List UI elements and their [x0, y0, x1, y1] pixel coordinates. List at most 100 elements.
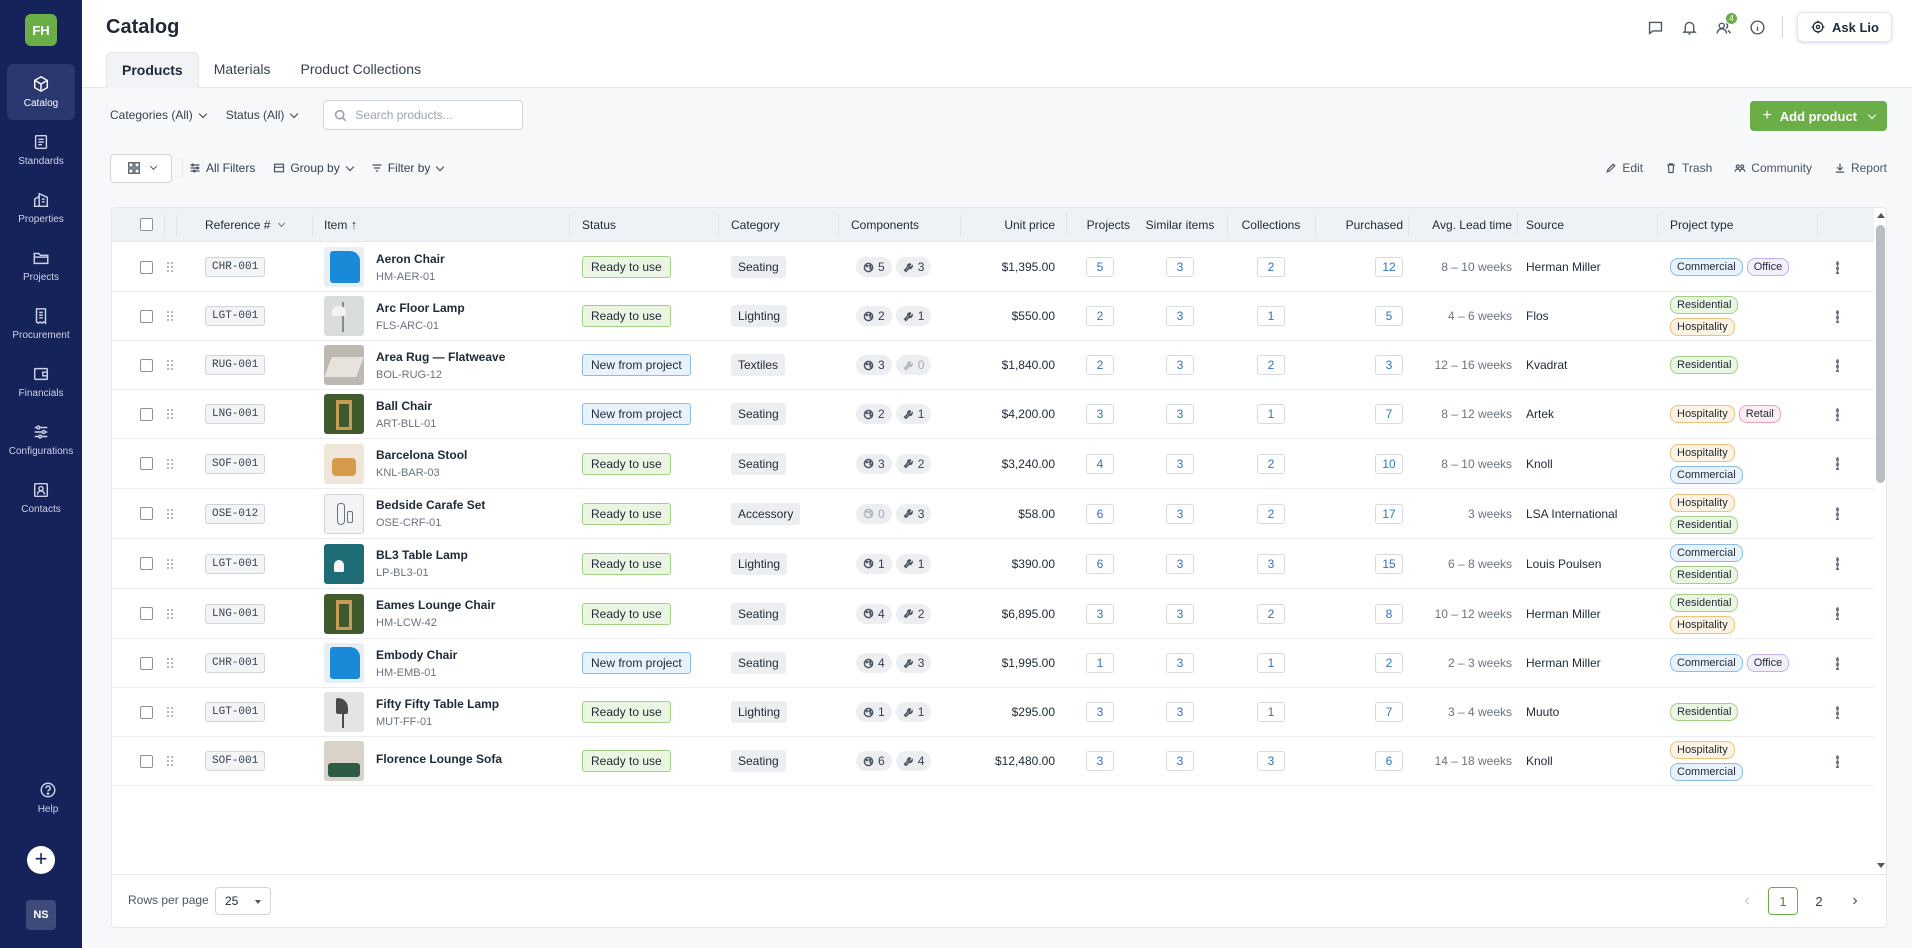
item-name[interactable]: Bedside Carafe Set	[376, 498, 485, 512]
item-name[interactable]: Barcelona Stool	[376, 448, 467, 462]
row-checkbox[interactable]	[140, 688, 153, 736]
activity-button[interactable]: 4	[1712, 13, 1738, 38]
create-button[interactable]: +	[27, 846, 55, 874]
scrollbar-thumb[interactable]	[1876, 225, 1885, 483]
materials-count[interactable]: 6	[856, 751, 892, 771]
col-reference[interactable]: Reference #	[205, 208, 285, 242]
row-more-icon[interactable]	[1836, 539, 1839, 588]
materials-count[interactable]: 5	[856, 257, 892, 277]
vertical-scrollbar[interactable]	[1874, 208, 1886, 874]
similar-items-count[interactable]: 3	[1166, 453, 1194, 474]
drag-handle-icon[interactable]	[166, 439, 174, 488]
hardware-count[interactable]: 1	[895, 553, 932, 574]
sidebar-item-standards[interactable]: Standards	[7, 122, 75, 178]
col-item[interactable]: Item ↑	[324, 208, 357, 242]
product-thumbnail[interactable]	[324, 345, 364, 385]
rows-per-page-select[interactable]: 25	[215, 887, 271, 915]
collections-count[interactable]: 2	[1257, 257, 1285, 277]
item-name[interactable]: Aeron Chair	[376, 252, 445, 266]
hardware-count[interactable]: 4	[895, 751, 932, 771]
similar-items-count[interactable]: 3	[1166, 702, 1194, 722]
product-thumbnail[interactable]	[324, 247, 364, 287]
materials-count[interactable]: 4	[856, 653, 892, 673]
item-name[interactable]: Ball Chair	[376, 399, 436, 413]
item-name[interactable]: Florence Lounge Sofa	[376, 752, 502, 766]
comments-button[interactable]	[1644, 16, 1666, 38]
row-more-icon[interactable]	[1836, 737, 1839, 785]
materials-count[interactable]: 2	[856, 306, 892, 326]
group-by-button[interactable]: Group by	[273, 161, 352, 175]
table-row[interactable]: LGT-001 Fifty Fifty Table Lamp MUT-FF-01 Re…	[112, 688, 1874, 737]
collections-count[interactable]: 1	[1257, 404, 1285, 424]
collections-count[interactable]: 1	[1257, 702, 1285, 722]
col-source[interactable]: Source	[1526, 208, 1564, 242]
col-project-type[interactable]: Project type	[1670, 208, 1733, 242]
purchased-count[interactable]: 7	[1375, 702, 1403, 722]
similar-items-count[interactable]: 3	[1166, 751, 1194, 771]
materials-count[interactable]: 3	[856, 453, 892, 474]
community-button[interactable]: Community	[1734, 161, 1812, 175]
drag-handle-icon[interactable]	[166, 292, 174, 340]
categories-dropdown[interactable]: Categories (All)	[110, 108, 206, 122]
similar-items-count[interactable]: 3	[1166, 404, 1194, 424]
similar-items-count[interactable]: 3	[1166, 603, 1194, 624]
purchased-count[interactable]: 8	[1375, 603, 1403, 624]
sidebar-item-help[interactable]: Help	[14, 770, 82, 826]
projects-count[interactable]: 3	[1086, 404, 1114, 424]
product-thumbnail[interactable]	[324, 543, 364, 584]
product-thumbnail[interactable]	[324, 643, 364, 683]
similar-items-count[interactable]: 3	[1166, 355, 1194, 375]
projects-count[interactable]: 1	[1086, 653, 1114, 673]
hardware-count[interactable]: 2	[895, 603, 932, 624]
sidebar-item-procurement[interactable]: Procurement	[7, 296, 75, 352]
table-row[interactable]: SOF-001 Florence Lounge Sofa Ready to use S…	[112, 737, 1874, 786]
materials-count[interactable]: 2	[856, 404, 892, 424]
info-button[interactable]	[1746, 16, 1768, 38]
similar-items-count[interactable]: 3	[1166, 306, 1194, 326]
row-checkbox[interactable]	[140, 292, 153, 340]
product-thumbnail[interactable]	[324, 593, 364, 634]
prev-page-button[interactable]: ‹	[1732, 887, 1762, 915]
row-checkbox[interactable]	[140, 589, 153, 638]
item-name[interactable]: Embody Chair	[376, 648, 457, 662]
col-status[interactable]: Status	[582, 208, 616, 242]
row-more-icon[interactable]	[1836, 439, 1839, 488]
col-purchased[interactable]: Purchased	[1318, 208, 1403, 242]
sidebar-item-financials[interactable]: Financials	[7, 354, 75, 410]
drag-handle-icon[interactable]	[166, 539, 174, 588]
row-checkbox[interactable]	[140, 489, 153, 538]
product-thumbnail[interactable]	[324, 443, 364, 484]
purchased-count[interactable]: 6	[1375, 751, 1403, 771]
col-unit-price[interactable]: Unit price	[962, 208, 1055, 242]
trash-button[interactable]: Trash	[1665, 161, 1712, 175]
table-row[interactable]: LNG-001 Eames Lounge Chair HM-LCW-42 Ready …	[112, 589, 1874, 639]
projects-count[interactable]: 5	[1086, 257, 1114, 277]
hardware-count[interactable]: 0	[895, 355, 932, 375]
col-lead-time[interactable]: Avg. Lead time	[1410, 208, 1512, 242]
hardware-count[interactable]: 2	[895, 453, 932, 474]
edit-button[interactable]: Edit	[1605, 161, 1643, 175]
materials-count[interactable]: 1	[856, 702, 892, 722]
purchased-count[interactable]: 3	[1375, 355, 1403, 375]
row-checkbox[interactable]	[140, 341, 153, 389]
page-1-button[interactable]: 1	[1768, 887, 1798, 915]
product-thumbnail[interactable]	[324, 394, 364, 434]
table-row[interactable]: CHR-001 Aeron Chair HM-AER-01 Ready to use S…	[112, 243, 1874, 292]
row-checkbox[interactable]	[140, 243, 153, 291]
drag-handle-icon[interactable]	[166, 639, 174, 687]
sidebar-item-contacts[interactable]: Contacts	[7, 470, 75, 526]
materials-count[interactable]: 0	[856, 503, 892, 524]
row-checkbox[interactable]	[140, 737, 153, 785]
projects-count[interactable]: 6	[1086, 503, 1114, 524]
drag-handle-icon[interactable]	[166, 243, 174, 291]
row-checkbox[interactable]	[140, 639, 153, 687]
col-components[interactable]: Components	[851, 208, 919, 242]
filter-by-button[interactable]: Filter by	[371, 161, 444, 175]
drag-handle-icon[interactable]	[166, 489, 174, 538]
sidebar-item-properties[interactable]: Properties	[7, 180, 75, 236]
user-avatar[interactable]: NS	[26, 900, 56, 930]
table-row[interactable]: CHR-001 Embody Chair HM-EMB-01 New from pro…	[112, 639, 1874, 688]
ask-lio-button[interactable]: Ask Lio	[1797, 12, 1892, 42]
product-thumbnail[interactable]	[324, 741, 364, 781]
add-product-button[interactable]: + Add product	[1750, 101, 1887, 131]
